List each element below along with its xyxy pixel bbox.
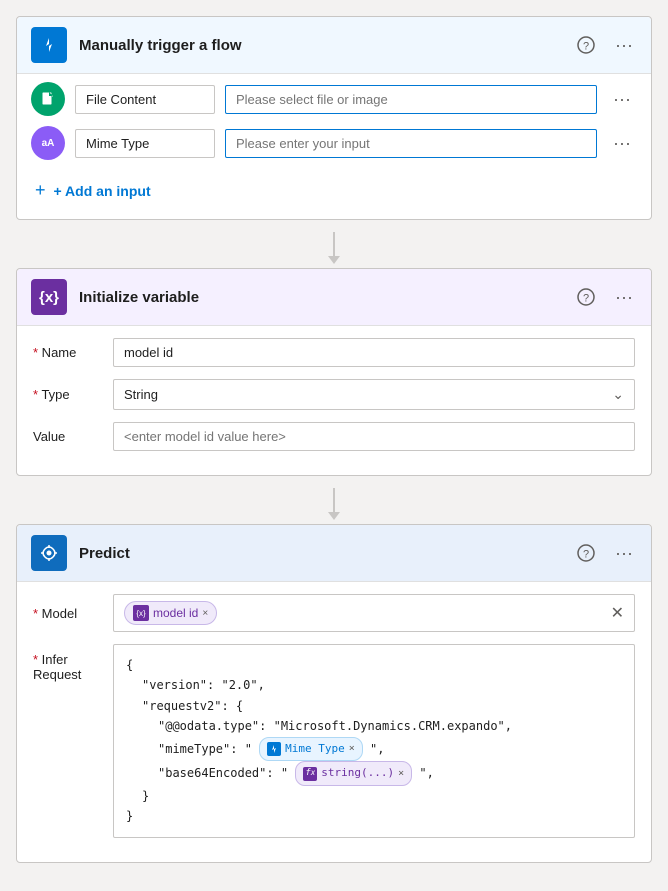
trigger-actions: ? ··· xyxy=(573,33,637,58)
file-content-row: ··· xyxy=(31,82,637,116)
arrow-head-1 xyxy=(328,256,340,264)
file-content-value[interactable] xyxy=(225,85,597,114)
predict-actions: ? ··· xyxy=(573,541,637,566)
type-select[interactable]: String ⌄ xyxy=(113,379,635,410)
mime-type-tag-label: Mime Type xyxy=(285,740,345,759)
name-row: * Name xyxy=(33,338,635,367)
name-input[interactable] xyxy=(113,338,635,367)
predict-help-button[interactable]: ? xyxy=(573,542,599,564)
predict-icon xyxy=(31,535,67,571)
type-label: * Type xyxy=(33,387,113,402)
trigger-help-button[interactable]: ? xyxy=(573,34,599,56)
connector-2 xyxy=(16,484,652,524)
json-line-6: "base64Encoded": " fx string(...) × ", xyxy=(158,761,622,786)
init-more-button[interactable]: ··· xyxy=(611,285,637,310)
string-tag-close[interactable]: × xyxy=(398,765,404,782)
predict-header: Predict ? ··· xyxy=(17,525,651,582)
arrow-down-1 xyxy=(328,232,340,264)
json-line-4: "@@odata.type": "Microsoft.Dynamics.CRM.… xyxy=(158,716,622,736)
mime-type-inline-tag: Mime Type × xyxy=(259,737,363,762)
arrow-head-2 xyxy=(328,512,340,520)
arrow-line-2 xyxy=(333,488,335,512)
mime-type-label[interactable] xyxy=(75,129,215,158)
file-content-label[interactable] xyxy=(75,85,215,114)
mime-type-tag-icon xyxy=(267,742,281,756)
model-tag-close[interactable]: × xyxy=(202,608,208,619)
trigger-body: ··· aA ··· + + Add an input xyxy=(17,74,651,219)
predict-card: Predict ? ··· * Model {x} model id × xyxy=(16,524,652,863)
name-label: * Name xyxy=(33,345,113,360)
value-label: Value xyxy=(33,429,113,444)
mime-type-value[interactable] xyxy=(225,129,597,158)
arrow-line-1 xyxy=(333,232,335,256)
init-title: Initialize variable xyxy=(79,289,573,306)
model-row: * Model {x} model id × ✕ xyxy=(33,594,635,632)
add-input-button[interactable]: + + Add an input xyxy=(31,170,155,205)
init-help-button[interactable]: ? xyxy=(573,286,599,308)
init-variable-card: {x} Initialize variable ? ··· * Name * T… xyxy=(16,268,652,476)
init-header: {x} Initialize variable ? ··· xyxy=(17,269,651,326)
init-actions: ? ··· xyxy=(573,285,637,310)
init-body: * Name * Type String ⌄ Value xyxy=(17,326,651,475)
model-clear-button[interactable]: ✕ xyxy=(611,603,624,623)
predict-body: * Model {x} model id × ✕ * Infer Request… xyxy=(17,582,651,862)
mime-type-row: aA ··· xyxy=(31,126,637,160)
json-line-7: } xyxy=(142,786,622,806)
init-icon-symbol: {x} xyxy=(39,289,59,306)
trigger-title: Manually trigger a flow xyxy=(79,37,573,54)
model-tag-icon: {x} xyxy=(133,605,149,621)
string-suffix: ", xyxy=(419,766,433,780)
json-field[interactable]: { "version": "2.0", "requestv2": { "@@od… xyxy=(113,644,635,838)
model-label: * Model xyxy=(33,606,113,621)
json-line-3: "requestv2": { xyxy=(142,696,622,716)
mime-suffix: ", xyxy=(370,741,384,755)
string-inline-tag: fx string(...) × xyxy=(295,761,412,786)
svg-text:?: ? xyxy=(583,41,589,53)
mime-type-more-button[interactable]: ··· xyxy=(607,131,637,156)
predict-more-button[interactable]: ··· xyxy=(611,541,637,566)
trigger-card: Manually trigger a flow ? ··· xyxy=(16,16,652,220)
predict-title: Predict xyxy=(79,545,573,562)
model-tag-label: model id xyxy=(153,606,198,620)
chevron-down-icon: ⌄ xyxy=(612,386,624,403)
fx-tag-icon: fx xyxy=(303,767,317,781)
json-line-2: "version": "2.0", xyxy=(142,675,622,695)
trigger-more-button[interactable]: ··· xyxy=(611,33,637,58)
type-row: * Type String ⌄ xyxy=(33,379,635,410)
connector-1 xyxy=(16,228,652,268)
svg-text:?: ? xyxy=(583,549,589,561)
init-icon: {x} xyxy=(31,279,67,315)
file-content-type-icon xyxy=(31,82,65,116)
model-field[interactable]: {x} model id × ✕ xyxy=(113,594,635,632)
add-input-label: + Add an input xyxy=(54,183,151,199)
string-tag-label: string(...) xyxy=(321,764,394,783)
add-input-plus: + xyxy=(35,180,46,201)
infer-row: * Infer Request { "version": "2.0", "req… xyxy=(33,644,635,838)
value-row: Value xyxy=(33,422,635,451)
trigger-header: Manually trigger a flow ? ··· xyxy=(17,17,651,74)
type-value: String xyxy=(124,387,158,402)
svg-text:?: ? xyxy=(583,293,589,305)
arrow-down-2 xyxy=(328,488,340,520)
json-line-1: { xyxy=(126,655,622,675)
json-line-8: } xyxy=(126,806,622,826)
value-input[interactable] xyxy=(113,422,635,451)
mime-type-tag-close[interactable]: × xyxy=(349,740,355,757)
infer-label: * Infer Request xyxy=(33,644,113,682)
mime-type-type-icon: aA xyxy=(31,126,65,160)
trigger-more-icon: ··· xyxy=(615,35,633,56)
file-content-more-button[interactable]: ··· xyxy=(607,87,637,112)
model-tag: {x} model id × xyxy=(124,601,217,625)
trigger-icon xyxy=(31,27,67,63)
json-line-5: "mimeType": " Mime Type × ", xyxy=(158,737,622,762)
